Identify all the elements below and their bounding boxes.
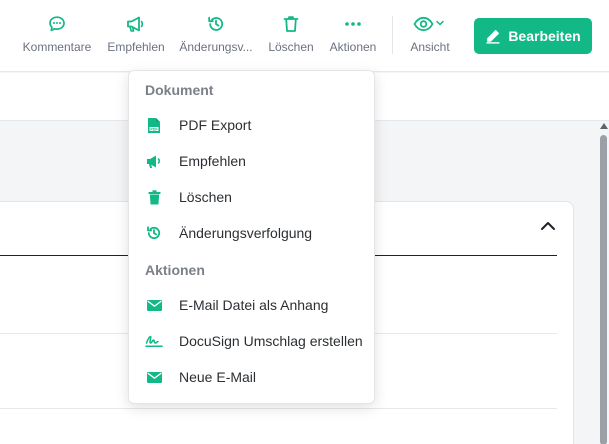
menu-section-dokument: Dokument	[145, 82, 214, 98]
document-toolbar: Kommentare Empfehlen Änderungsv... Lösch…	[0, 0, 609, 72]
envelope-icon	[145, 299, 163, 311]
menu-item-delete[interactable]: Löschen	[129, 179, 374, 215]
trash-icon	[279, 12, 303, 36]
recommend-button[interactable]: Empfehlen	[105, 12, 167, 60]
megaphone-icon	[124, 12, 148, 36]
menu-item-recommend[interactable]: Empfehlen	[129, 143, 374, 179]
trash-icon	[145, 189, 163, 205]
menu-item-label: Löschen	[179, 189, 232, 205]
row-divider	[0, 408, 557, 409]
delete-button[interactable]: Löschen	[266, 12, 316, 60]
history-label: Änderungsv...	[179, 40, 253, 54]
menu-item-track-changes[interactable]: Änderungsverfolgung	[129, 215, 374, 251]
megaphone-icon	[145, 154, 163, 169]
edit-button-label: Bearbeiten	[508, 28, 581, 44]
view-button[interactable]: Ansicht	[406, 12, 454, 60]
menu-item-email-attachment[interactable]: E-Mail Datei als Anhang	[129, 287, 374, 323]
view-label: Ansicht	[410, 40, 450, 54]
recommend-label: Empfehlen	[107, 40, 165, 54]
menu-item-label: Neue E-Mail	[179, 369, 257, 385]
signature-icon	[145, 334, 163, 348]
menu-item-docusign[interactable]: DocuSign Umschlag erstellen	[129, 323, 374, 359]
edit-button[interactable]: Bearbeiten	[474, 18, 592, 54]
comment-icon	[45, 12, 69, 36]
history-icon	[204, 12, 228, 36]
chevron-up-icon[interactable]	[540, 220, 556, 232]
menu-item-new-email[interactable]: Neue E-Mail	[129, 359, 374, 395]
actions-label: Aktionen	[329, 40, 377, 54]
menu-item-label: Änderungsverfolgung	[179, 225, 313, 241]
envelope-icon	[145, 371, 163, 383]
eye-icon	[413, 12, 447, 36]
svg-text:PDF: PDF	[150, 127, 158, 131]
comments-label: Kommentare	[22, 40, 92, 54]
menu-item-label: PDF Export	[179, 117, 252, 133]
scrollbar[interactable]	[598, 121, 609, 444]
menu-section-aktionen: Aktionen	[145, 262, 205, 278]
history-button[interactable]: Änderungsv...	[178, 12, 254, 60]
menu-item-pdf-export[interactable]: PDF PDF Export	[129, 107, 374, 143]
actions-dropdown-menu: Dokument PDF PDF Export Empfehlen Lösche…	[128, 70, 375, 404]
pencil-icon	[486, 29, 500, 44]
delete-label: Löschen	[268, 40, 314, 54]
more-icon	[341, 12, 365, 36]
toolbar-divider	[392, 16, 393, 54]
menu-item-label: Empfehlen	[179, 153, 246, 169]
actions-button[interactable]: Aktionen	[327, 12, 379, 60]
comments-button[interactable]: Kommentare	[22, 12, 92, 60]
pdf-icon: PDF	[145, 117, 163, 134]
menu-item-label: DocuSign Umschlag erstellen	[179, 333, 363, 349]
history-icon	[145, 225, 163, 241]
menu-item-label: E-Mail Datei als Anhang	[179, 297, 329, 313]
scroll-up-arrow[interactable]	[598, 123, 609, 133]
scroll-thumb[interactable]	[600, 135, 607, 444]
